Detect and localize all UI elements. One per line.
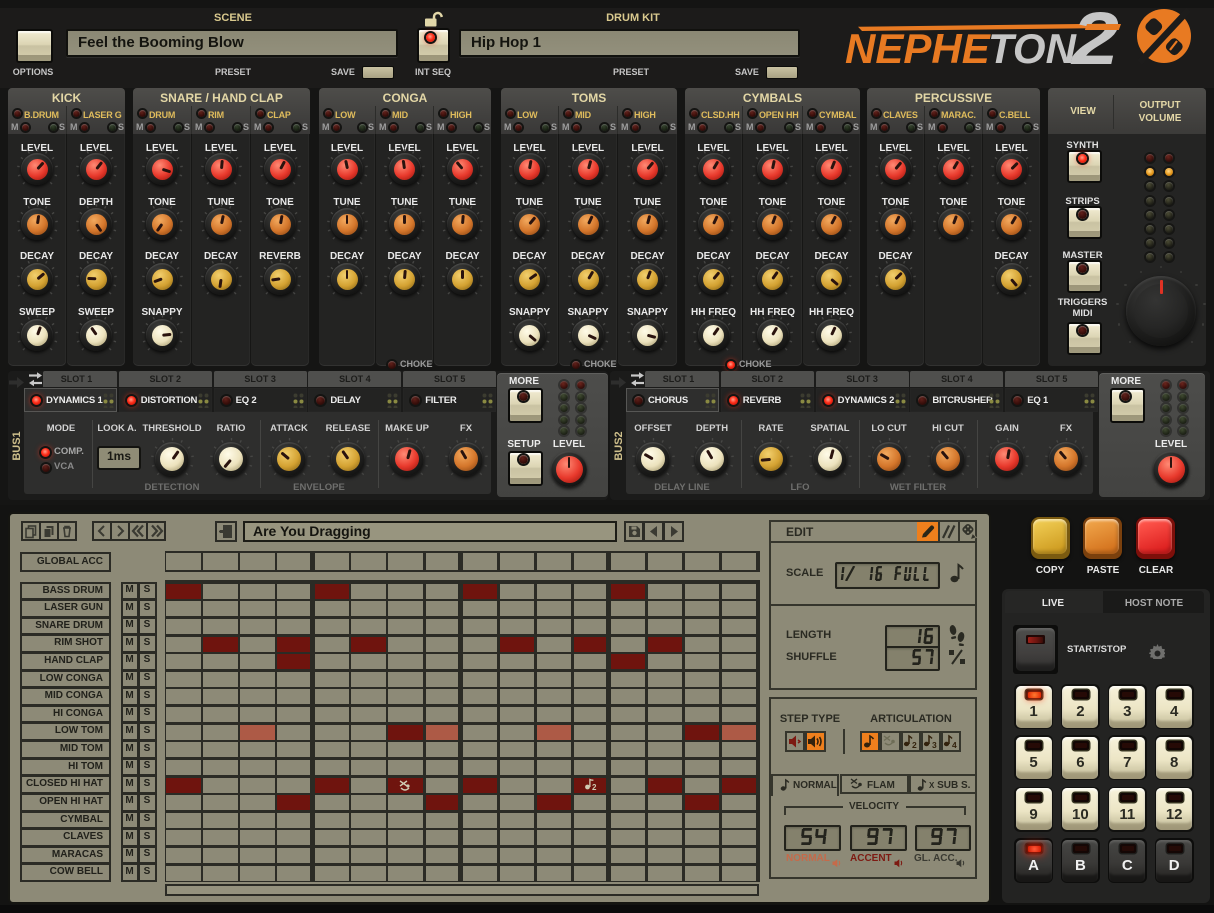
svg-text:2: 2 [912, 740, 917, 749]
svg-text:3: 3 [932, 740, 937, 749]
svg-text:4: 4 [952, 740, 957, 749]
svg-text:2: 2 [592, 783, 597, 791]
